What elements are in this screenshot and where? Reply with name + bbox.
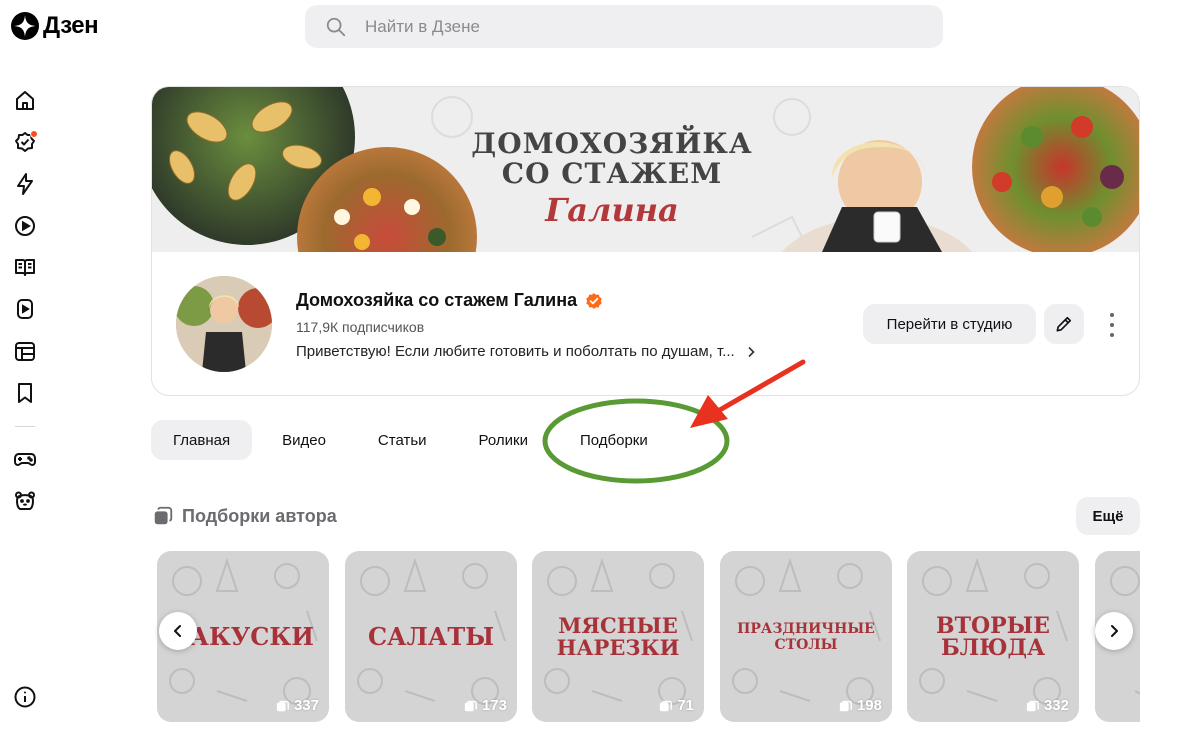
tab-main[interactable]: Главная bbox=[151, 420, 253, 460]
tab-shorts[interactable]: Ролики bbox=[457, 420, 550, 460]
channel-description[interactable]: Приветствую! Если любите готовить и побо… bbox=[296, 343, 757, 360]
banner-script-name: Галина bbox=[545, 191, 679, 229]
collection-count: 173 bbox=[464, 697, 507, 714]
channel-name[interactable]: Домохозяйка со стажем Галина bbox=[296, 290, 577, 311]
search-input[interactable] bbox=[365, 16, 885, 37]
collections-title: Подборки автора bbox=[182, 505, 337, 526]
collection-count-value: 71 bbox=[677, 697, 694, 714]
gamepad-icon[interactable] bbox=[12, 446, 38, 472]
chevron-left-icon bbox=[174, 625, 181, 637]
collection-count: 71 bbox=[659, 697, 694, 714]
info-icon[interactable] bbox=[13, 685, 37, 709]
collections-more-button[interactable]: Ещё bbox=[1076, 497, 1140, 535]
collection-count-value: 173 bbox=[481, 697, 507, 714]
search-icon bbox=[326, 17, 346, 36]
collection-count-icon bbox=[464, 700, 477, 711]
go-to-studio-button[interactable]: Перейти в студию bbox=[863, 304, 1036, 344]
channel-name-row: Домохозяйка со стажем Галина bbox=[296, 290, 603, 311]
collection-card[interactable]: ВТОРЫЕ БЛЮДА 332 bbox=[907, 551, 1079, 722]
articles-icon[interactable] bbox=[12, 254, 38, 280]
chevron-right-icon bbox=[1111, 625, 1118, 637]
verified-badge-icon bbox=[586, 292, 602, 309]
collection-count-icon bbox=[276, 700, 289, 711]
tab-video[interactable]: Видео bbox=[260, 420, 348, 460]
collection-count: 198 bbox=[839, 697, 882, 714]
tab-collections[interactable]: Подборки bbox=[558, 420, 670, 460]
collection-title: ВТОРЫЕ БЛЮДА bbox=[936, 612, 1050, 661]
pencil-icon bbox=[1056, 316, 1072, 332]
collection-title: САЛАТЫ bbox=[367, 621, 495, 651]
collections-heading: Подборки автора bbox=[152, 505, 337, 527]
more-options-icon[interactable] bbox=[1102, 313, 1122, 337]
collection-count-icon bbox=[1026, 700, 1039, 711]
bookmark-icon[interactable] bbox=[12, 380, 38, 406]
channel-description-text: Приветствую! Если любите готовить и побо… bbox=[296, 343, 735, 360]
zen-logo-icon bbox=[11, 12, 39, 40]
carousel-prev-button[interactable] bbox=[159, 612, 197, 650]
chevron-right-icon bbox=[748, 346, 755, 357]
channel-avatar[interactable] bbox=[176, 276, 272, 372]
video-icon[interactable] bbox=[12, 213, 38, 239]
collection-count: 332 bbox=[1026, 697, 1069, 714]
tab-articles[interactable]: Статьи bbox=[356, 420, 449, 460]
search-bar[interactable] bbox=[305, 5, 943, 48]
collection-title: МЯСНЫЕ НАРЕЗКИ bbox=[556, 612, 680, 660]
subscriptions-icon[interactable] bbox=[12, 129, 38, 155]
collections-icon bbox=[154, 506, 173, 525]
annotation-arrow-head bbox=[690, 395, 728, 428]
edit-button[interactable] bbox=[1044, 304, 1084, 344]
collection-card[interactable]: САЛАТЫ 173 bbox=[345, 551, 517, 722]
shorts-icon[interactable] bbox=[12, 296, 38, 322]
notification-badge bbox=[30, 130, 38, 138]
collection-title: ПРАЗДНИЧНЫЕ СТОЛЫ bbox=[737, 620, 875, 653]
collection-count-icon bbox=[660, 700, 673, 711]
sidebar-divider bbox=[15, 426, 35, 427]
channel-tabs: Главная Видео Статьи Ролики Подборки bbox=[151, 420, 678, 460]
brand-name: Дзен bbox=[43, 12, 99, 39]
carousel-next-button[interactable] bbox=[1095, 612, 1133, 650]
kids-icon[interactable] bbox=[12, 488, 38, 514]
lightning-icon[interactable] bbox=[12, 171, 38, 197]
collection-count: 337 bbox=[276, 697, 319, 714]
banner-title: ДОМОХОЗЯЙКА СО СТАЖЕМ bbox=[471, 127, 753, 190]
collection-count-value: 332 bbox=[1043, 697, 1069, 714]
home-icon[interactable] bbox=[12, 88, 38, 114]
collection-count-value: 198 bbox=[856, 697, 882, 714]
zen-logo[interactable]: Дзен bbox=[11, 12, 99, 40]
channel-card: ДОМОХОЗЯЙКА СО СТАЖЕМ Галина Домохозяйка… bbox=[151, 86, 1140, 396]
showcase-icon[interactable] bbox=[12, 338, 38, 364]
subscriber-count: 117,9К подписчиков bbox=[296, 319, 425, 335]
collections-carousel: ЗАКУСКИ 337 САЛАТЫ 173 МЯСНЫЕ НАРЕЗКИ 71… bbox=[157, 551, 1140, 722]
channel-banner: ДОМОХОЗЯЙКА СО СТАЖЕМ Галина bbox=[152, 87, 1139, 252]
collection-count-value: 337 bbox=[293, 697, 319, 714]
collection-count-icon bbox=[839, 700, 852, 711]
collection-card[interactable]: МЯСНЫЕ НАРЕЗКИ 71 bbox=[532, 551, 704, 722]
collection-card[interactable]: ПРАЗДНИЧНЫЕ СТОЛЫ 198 bbox=[720, 551, 892, 722]
